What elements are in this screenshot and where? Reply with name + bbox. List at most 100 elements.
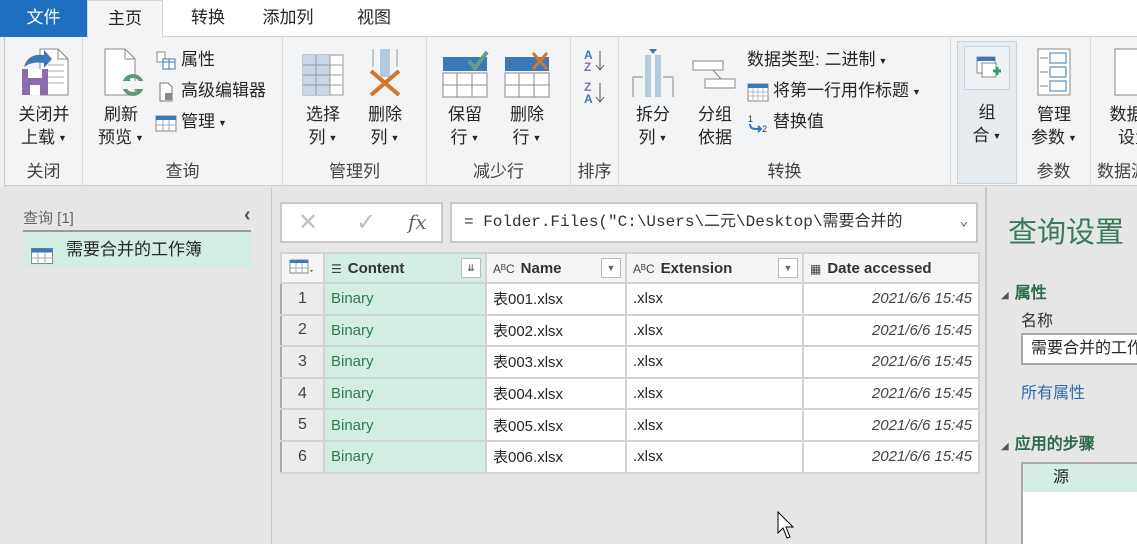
cell-content[interactable]: Binary [323, 345, 487, 379]
cell-content[interactable]: Binary [323, 439, 487, 474]
group-label-query: 查询 [165, 162, 200, 181]
cell-name[interactable]: 表005.xlsx [485, 408, 627, 442]
applied-steps-section[interactable]: ◢ 应用的步骤 [1001, 430, 1095, 454]
cell-extension[interactable]: .xlsx [625, 282, 804, 316]
close-load-label-2: 上载 [21, 128, 56, 147]
cell-date-accessed[interactable]: 2021/6/6 15:45 [802, 282, 980, 316]
expand-column-icon[interactable]: ⇊ [461, 258, 481, 278]
tab-add-column[interactable]: 添加列 [250, 0, 326, 37]
column-header-extension[interactable]: AᴮC Extension ▼ [625, 252, 804, 284]
cancel-formula-icon[interactable]: ✕ [298, 208, 318, 237]
cell-name[interactable]: 表004.xlsx [485, 376, 627, 411]
manage-query-button[interactable]: 管理 ▼ [155, 108, 227, 136]
column-header-content[interactable]: ☰ Content ⇊ [323, 252, 487, 284]
remove-columns-button[interactable]: 删除 列 ▼ [357, 45, 413, 150]
row-number[interactable]: 3 [280, 345, 325, 379]
refresh-preview-button[interactable]: 刷新 预览 ▼ [91, 45, 151, 150]
manage-parameters-label-2: 参数 [1031, 128, 1066, 147]
manage-parameters-button[interactable]: 管理 参数 ▼ [1023, 45, 1085, 150]
cell-date-accessed[interactable]: 2021/6/6 15:45 [802, 345, 980, 379]
column-header-date-accessed[interactable]: ▦ Date accessed [802, 252, 980, 284]
formula-input[interactable]: = Folder.Files("C:\Users\二元\Desktop\需要合并… [450, 202, 978, 243]
tab-transform[interactable]: 转换 [170, 0, 246, 37]
text-type-icon[interactable]: AᴮC [633, 262, 655, 276]
cell-content[interactable]: Binary [323, 408, 487, 442]
cell-date-accessed[interactable]: 2021/6/6 15:45 [802, 439, 980, 474]
dropdown-caret-icon: ▼ [135, 133, 144, 144]
data-source-settings-icon [1109, 45, 1137, 99]
all-properties-link[interactable]: 所有属性 [1021, 379, 1085, 403]
cell-name[interactable]: 表003.xlsx [485, 345, 627, 379]
advanced-editor-button[interactable]: 高级编辑器 [155, 77, 266, 105]
table-icon [155, 113, 177, 133]
cell-date-accessed[interactable]: 2021/6/6 15:45 [802, 408, 980, 442]
table-row[interactable]: 6 Binary 表006.xlsx .xlsx 2021/6/6 15:45 [280, 439, 980, 474]
data-type-dropdown[interactable]: 数据类型: 二进制 ▼ [747, 46, 887, 74]
collapse-pane-icon[interactable]: ‹ [244, 204, 251, 227]
row-number[interactable]: 4 [280, 376, 325, 411]
properties-section[interactable]: ◢ 属性 [1001, 279, 1047, 303]
expand-formula-icon[interactable]: ⌄ [960, 204, 968, 241]
datetime-type-icon[interactable]: ▦ [810, 262, 821, 276]
binary-type-icon[interactable]: ☰ [331, 262, 342, 276]
row-number[interactable]: 5 [280, 408, 325, 442]
cell-name[interactable]: 表006.xlsx [485, 439, 627, 474]
table-row[interactable]: 2 Binary 表002.xlsx .xlsx 2021/6/6 15:45 [280, 313, 980, 348]
tab-view[interactable]: 视图 [336, 0, 412, 37]
filter-dropdown-icon[interactable]: ▼ [778, 258, 798, 278]
query-name-input[interactable]: 需要合并的工作簿 [1021, 333, 1137, 365]
row-number[interactable]: 6 [280, 439, 325, 474]
keep-rows-button[interactable]: 保留 行 ▼ [437, 45, 493, 150]
properties-button[interactable]: 属性 [155, 46, 215, 74]
remove-rows-icon [501, 45, 553, 99]
remove-rows-button[interactable]: 删除 行 ▼ [499, 45, 555, 150]
combine-button[interactable]: 组 合 ▼ [957, 41, 1017, 184]
cell-content[interactable]: Binary [323, 282, 487, 316]
table-options-button[interactable] [280, 252, 325, 284]
ribbon-tabs: 文件 主页 转换 添加列 视图 [0, 0, 1137, 38]
step-item[interactable]: 源 [1023, 464, 1137, 492]
cell-content[interactable]: Binary [323, 313, 487, 348]
sort-descending-icon[interactable]: ZA [583, 79, 607, 106]
query-item-label: 需要合并的工作簿 [66, 240, 202, 259]
replace-values-button[interactable]: 1 2 替换值 [747, 108, 824, 136]
choose-columns-button[interactable]: 选择 列 ▼ [295, 45, 351, 150]
data-source-settings-label-1: 数据源 [1109, 105, 1137, 124]
cell-extension[interactable]: .xlsx [625, 439, 804, 474]
group-label-reduce-rows: 减少行 [473, 162, 524, 181]
tab-file[interactable]: 文件 [0, 0, 87, 37]
cell-extension[interactable]: .xlsx [625, 313, 804, 348]
table-row[interactable]: 4 Binary 表004.xlsx .xlsx 2021/6/6 15:45 [280, 376, 980, 411]
group-by-button[interactable]: 分组 依据 [687, 45, 743, 149]
cell-date-accessed[interactable]: 2021/6/6 15:45 [802, 313, 980, 348]
text-type-icon[interactable]: AᴮC [493, 262, 515, 276]
row-number[interactable]: 2 [280, 313, 325, 348]
group-close: 关闭并 上载 ▼ 关闭 [5, 37, 83, 186]
sort-ascending-icon[interactable]: AZ [583, 47, 607, 74]
table-row[interactable]: 5 Binary 表005.xlsx .xlsx 2021/6/6 15:45 [280, 408, 980, 442]
query-item[interactable]: 需要合并的工作簿 [23, 233, 251, 267]
filter-dropdown-icon[interactable]: ▼ [601, 258, 621, 278]
cell-extension[interactable]: .xlsx [625, 376, 804, 411]
cell-extension[interactable]: .xlsx [625, 345, 804, 379]
remove-columns-label-1: 删除 [368, 105, 402, 124]
dropdown-caret-icon: ▼ [1068, 133, 1077, 144]
split-column-button[interactable]: 拆分 列 ▼ [625, 45, 681, 150]
table-row[interactable]: 1 Binary 表001.xlsx .xlsx 2021/6/6 15:45 [280, 282, 980, 316]
cell-content[interactable]: Binary [323, 376, 487, 411]
cell-date-accessed[interactable]: 2021/6/6 15:45 [802, 376, 980, 411]
row-number[interactable]: 1 [280, 282, 325, 316]
cell-name[interactable]: 表002.xlsx [485, 313, 627, 348]
group-label-manage-columns: 管理列 [329, 162, 380, 181]
table-row[interactable]: 3 Binary 表003.xlsx .xlsx 2021/6/6 15:45 [280, 345, 980, 379]
use-first-row-as-headers-button[interactable]: 将第一行用作标题 ▼ [747, 77, 921, 105]
insert-function-icon[interactable]: fx [408, 210, 427, 234]
cell-extension[interactable]: .xlsx [625, 408, 804, 442]
tab-home[interactable]: 主页 [87, 0, 163, 38]
dropdown-caret-icon: ▼ [658, 133, 668, 144]
column-header-name[interactable]: AᴮC Name ▼ [485, 252, 627, 284]
data-source-settings-button[interactable]: 数据源 设置 [1095, 45, 1137, 149]
cell-name[interactable]: 表001.xlsx [485, 282, 627, 316]
close-load-button[interactable]: 关闭并 上载 ▼ [11, 45, 77, 150]
commit-formula-icon[interactable]: ✓ [356, 208, 376, 237]
